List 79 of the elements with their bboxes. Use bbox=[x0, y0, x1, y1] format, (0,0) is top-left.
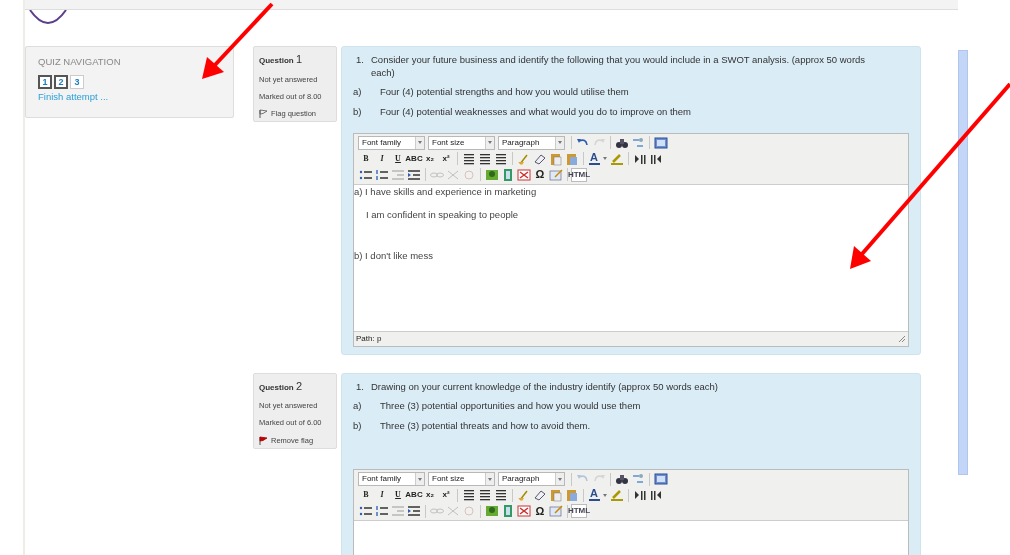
rich-text-editor[interactable]: Font family Font size Paragraph B I U ABC x₂ x² A Ω HTML a) I have skills and experience in marketing I am confident in speaking to people b) I don't like mess Path: p bbox=[353, 132, 909, 347]
toolbar-dropdown[interactable]: Font family bbox=[358, 135, 425, 150]
resize-handle-icon[interactable] bbox=[898, 334, 906, 343]
question-number: Question 1 bbox=[259, 52, 304, 67]
align-center-icon[interactable] bbox=[477, 151, 493, 166]
caret-icon[interactable] bbox=[603, 157, 607, 160]
text-color-button[interactable]: A bbox=[587, 151, 601, 166]
flag-icon bbox=[259, 109, 268, 119]
question-nav-button[interactable]: 2 bbox=[54, 75, 68, 90]
align-right-icon[interactable] bbox=[493, 488, 509, 502]
toolbar-button[interactable]: I bbox=[374, 151, 390, 166]
paste-icon[interactable] bbox=[548, 488, 564, 502]
align-center-icon[interactable] bbox=[477, 488, 493, 502]
fullscreen-icon[interactable] bbox=[653, 135, 669, 150]
question-nav-button[interactable]: 1 bbox=[38, 75, 52, 90]
align-left-icon[interactable] bbox=[461, 488, 477, 502]
indent-icon[interactable] bbox=[406, 504, 422, 518]
flash-icon[interactable] bbox=[516, 504, 532, 518]
rtl-icon[interactable] bbox=[648, 488, 664, 502]
prompt-number: 1. bbox=[356, 379, 365, 393]
caret-icon[interactable] bbox=[603, 493, 607, 497]
part-label: a) bbox=[353, 398, 363, 413]
part-text: Four (4) potential weaknesses and what would you do to improve on them bbox=[380, 105, 692, 120]
paste-icon[interactable] bbox=[564, 488, 580, 502]
toolbar-button[interactable]: U bbox=[390, 151, 406, 166]
eraser-icon[interactable] bbox=[532, 488, 548, 502]
flag-icon bbox=[259, 435, 268, 445]
edit-icon[interactable] bbox=[548, 167, 564, 182]
indent-icon[interactable] bbox=[406, 167, 422, 182]
numbered-list-icon[interactable] bbox=[374, 504, 390, 518]
toolbar-dropdown[interactable]: Font family bbox=[358, 472, 425, 486]
part-text: Four (4) potential strengths and how you would utilise them bbox=[380, 85, 629, 99]
editor-path: Path: p bbox=[356, 332, 382, 345]
question-prompt: Consider your future business and identify the following that you would include in a SWOT analysis. (approx 50 words each) bbox=[371, 53, 867, 79]
paste-icon[interactable] bbox=[548, 151, 564, 166]
part-text: Three (3) potential threats and how to avoid them. bbox=[380, 418, 591, 433]
part-label: b) bbox=[353, 105, 363, 120]
toolbar-button[interactable]: ABC bbox=[406, 488, 422, 502]
align-right-icon[interactable] bbox=[493, 151, 509, 166]
toolbar-dropdown[interactable]: Font size bbox=[428, 472, 495, 486]
prompt-number: 1. bbox=[356, 53, 365, 67]
ltr-icon[interactable] bbox=[632, 488, 648, 502]
image-icon[interactable] bbox=[484, 167, 500, 182]
binoculars-icon[interactable] bbox=[614, 472, 630, 486]
question-nav-button[interactable]: 3 bbox=[70, 75, 84, 90]
bullet-list-icon[interactable] bbox=[358, 504, 374, 518]
question-prompt: Drawing on your current knowledge of the industry identify (approx 50 words each) bbox=[371, 379, 718, 393]
question-number: Question 2 bbox=[259, 378, 304, 394]
part-text: Three (3) potential opportunities and how you would use them bbox=[380, 398, 641, 413]
toolbar-button[interactable]: B bbox=[358, 488, 374, 502]
toolbar-dropdown[interactable]: Font size bbox=[428, 135, 495, 150]
edit-icon[interactable] bbox=[548, 504, 564, 518]
toolbar-button[interactable]: Ω bbox=[532, 504, 548, 518]
toolbar-dropdown[interactable]: Paragraph bbox=[498, 472, 565, 486]
part-label: a) bbox=[353, 85, 363, 99]
fullscreen-icon[interactable] bbox=[653, 472, 669, 486]
align-left-icon[interactable] bbox=[461, 151, 477, 166]
toolbar-button[interactable]: x² bbox=[438, 151, 454, 166]
toolbar-button[interactable]: I bbox=[374, 488, 390, 502]
toolbar-button[interactable]: x₂ bbox=[422, 488, 438, 502]
toolbar-button[interactable]: U bbox=[390, 488, 406, 502]
toolbar-button[interactable]: Ω bbox=[532, 167, 548, 182]
part-label: b) bbox=[353, 418, 363, 433]
image-icon[interactable] bbox=[484, 504, 500, 518]
toolbar-button[interactable]: ABC bbox=[406, 151, 422, 166]
editor-text: a) I have skills and experience in marketing bbox=[354, 184, 538, 199]
numbered-list-icon[interactable] bbox=[374, 167, 390, 182]
logo-icon bbox=[28, 10, 68, 26]
panel-title: QUIZ NAVIGATION bbox=[38, 55, 122, 69]
toolbar-button[interactable]: B bbox=[358, 151, 374, 166]
scrollbar[interactable] bbox=[958, 50, 968, 475]
toolbar-button[interactable]: x₂ bbox=[422, 151, 438, 166]
editor-text: b) I don't like mess bbox=[354, 249, 434, 263]
editor-text: I am confident in speaking to people bbox=[365, 207, 520, 222]
flash-icon[interactable] bbox=[516, 167, 532, 182]
toolbar-button[interactable]: x² bbox=[438, 488, 454, 502]
toolbar-dropdown[interactable]: Paragraph bbox=[498, 135, 565, 150]
rich-text-editor[interactable]: Font family Font size Paragraph B I U ABC x₂ x² A Ω HTML bbox=[353, 469, 909, 555]
text-color-button[interactable]: A bbox=[587, 488, 601, 502]
